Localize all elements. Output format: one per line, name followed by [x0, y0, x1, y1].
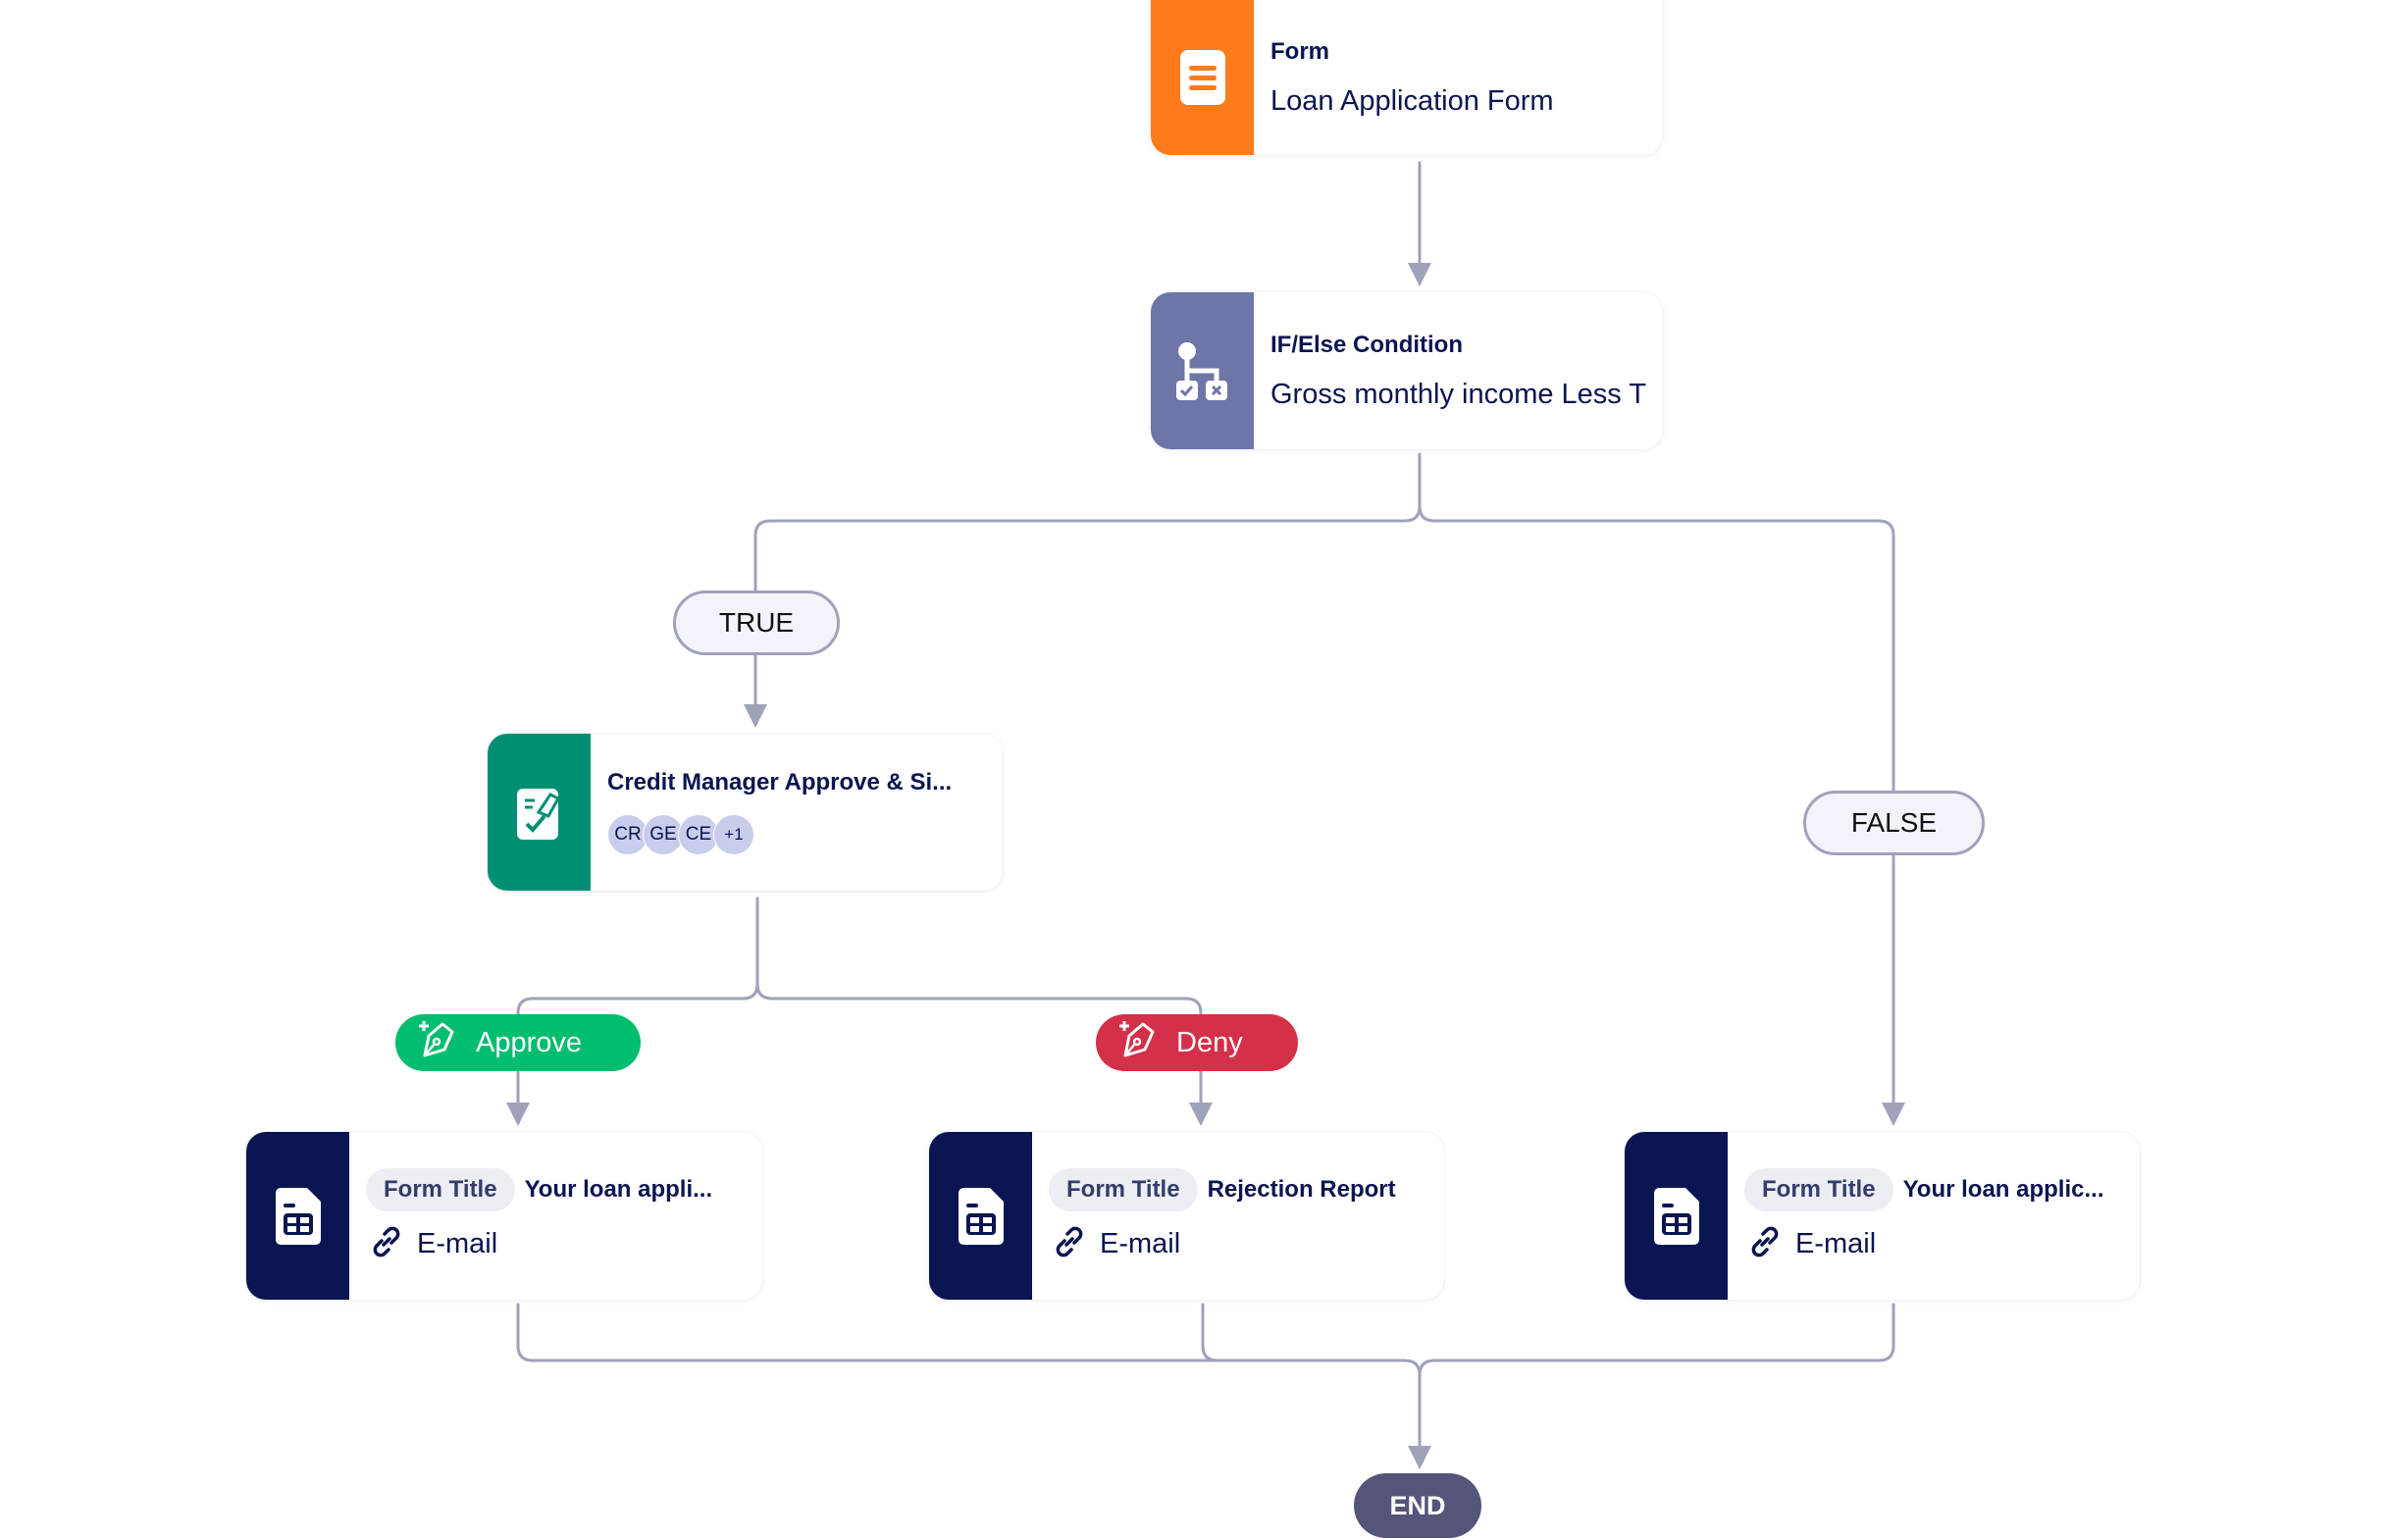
node-type-label: Form — [1270, 37, 1329, 65]
deny-action-label: Deny — [1096, 1014, 1298, 1071]
branch-false-label: FALSE — [1803, 791, 1985, 855]
pdf-table-document-icon — [958, 1187, 1004, 1245]
arrowhead — [744, 704, 767, 728]
node-name: Loan Application Form — [1270, 84, 1554, 117]
output-node-icon-panel — [246, 1132, 349, 1300]
connector-merge-right — [1418, 1303, 1895, 1377]
branch-true-label: TRUE — [673, 590, 840, 655]
branch-true-text: TRUE — [718, 607, 795, 638]
output-node-icon-panel — [1625, 1132, 1728, 1300]
form-title-chip: Form Title — [366, 1168, 515, 1211]
node-type-label: Credit Manager Approve & Si... — [607, 769, 953, 796]
form-title-chip: Form Title — [1049, 1168, 1198, 1211]
output-node-false[interactable]: Form Title Your loan applic... E-mail — [1625, 1132, 2140, 1300]
form-title-chip: Form Title — [1744, 1168, 1893, 1211]
pdf-table-document-icon — [275, 1187, 321, 1245]
branch-condition-icon — [1175, 341, 1229, 400]
arrowhead — [506, 1103, 530, 1126]
output-title: Rejection Report — [1207, 1176, 1396, 1203]
pen-plus-icon — [417, 1020, 454, 1065]
end-text: END — [1389, 1490, 1446, 1520]
approve-action-label: Approve — [395, 1014, 641, 1071]
delivery-channel: E-mail — [1795, 1228, 1877, 1259]
delivery-channel: E-mail — [1100, 1228, 1181, 1259]
arrowhead — [1882, 1103, 1905, 1126]
output-node-icon-panel — [929, 1132, 1032, 1300]
approval-node[interactable]: Credit Manager Approve & Si... CR GE CE … — [488, 734, 1003, 891]
pen-plus-icon — [1117, 1020, 1155, 1065]
arrowhead — [1189, 1103, 1213, 1126]
condition-expression: Gross monthly income Less T — [1270, 378, 1647, 410]
connector-condition-stem — [753, 452, 1422, 716]
condition-node-icon-panel — [1151, 292, 1254, 449]
more-assignees-count: +1 — [713, 814, 754, 855]
end-node: END — [1354, 1473, 1481, 1538]
deny-text: Deny — [1176, 1026, 1243, 1058]
form-node[interactable]: Form Loan Application Form — [1151, 0, 1663, 155]
output-node-deny[interactable]: Form Title Rejection Report E-mail — [929, 1132, 1444, 1300]
assignee-avatars: CR GE CE +1 — [607, 814, 1003, 855]
arrowhead — [1408, 263, 1431, 286]
form-document-icon — [1179, 50, 1225, 105]
form-node-icon-panel — [1151, 0, 1254, 155]
connector-approval-approve — [516, 897, 759, 1113]
link-icon — [370, 1225, 403, 1263]
delivery-channel: E-mail — [417, 1228, 498, 1259]
connector-merge-left — [516, 1303, 1422, 1458]
output-node-approve[interactable]: Form Title Your loan appli... E-mail — [246, 1132, 762, 1300]
node-type-label: IF/Else Condition — [1270, 331, 1463, 358]
approval-node-icon-panel — [488, 734, 591, 891]
arrowhead — [1408, 1446, 1431, 1469]
link-icon — [1053, 1225, 1086, 1263]
pdf-table-document-icon — [1653, 1187, 1699, 1245]
output-title: Your loan appli... — [524, 1176, 713, 1203]
connector-merge-middle — [1201, 1303, 1219, 1362]
sign-document-icon — [516, 785, 562, 840]
condition-node[interactable]: IF/Else Condition Gross monthly income L… — [1151, 292, 1663, 449]
connector-lines — [506, 161, 1905, 1469]
approve-text: Approve — [476, 1026, 583, 1058]
output-title: Your loan applic... — [1902, 1176, 2104, 1203]
link-icon — [1748, 1225, 1782, 1263]
branch-false-text: FALSE — [1850, 807, 1938, 838]
